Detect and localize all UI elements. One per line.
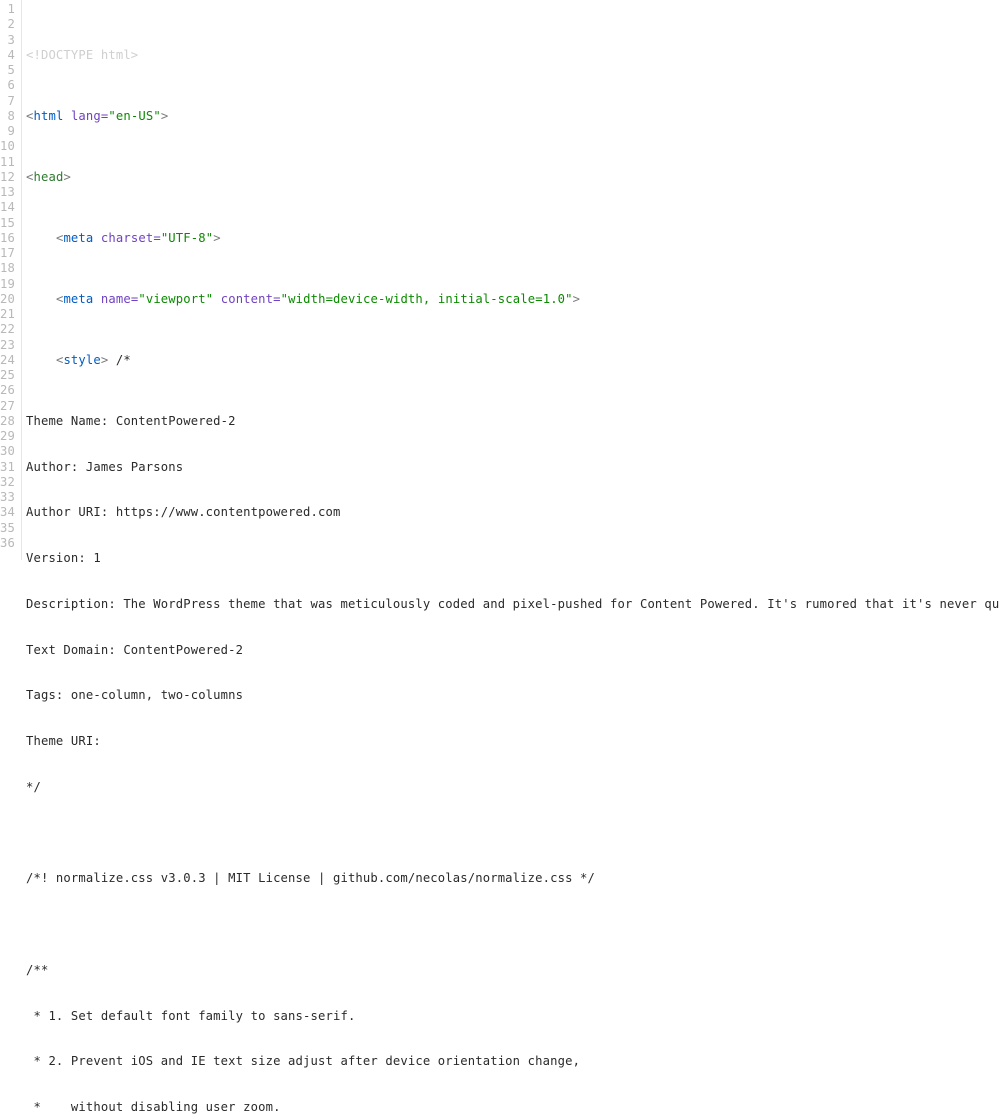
code-line-11[interactable]: Description: The WordPress theme that wa… [26, 597, 1000, 612]
code-line-7[interactable]: Theme Name: ContentPowered-2 [26, 414, 1000, 429]
code-line-16[interactable] [26, 826, 1000, 841]
line-number: 26 [0, 383, 15, 398]
code-line-18[interactable] [26, 917, 1000, 932]
code-line-13[interactable]: Tags: one-column, two-columns [26, 688, 1000, 703]
code-line-1[interactable]: <!DOCTYPE html> [26, 48, 1000, 63]
doctype-decl: <!DOCTYPE html> [26, 48, 138, 63]
comment-open: /* [108, 353, 130, 368]
line-number: 36 [0, 536, 15, 551]
line-number: 1 [0, 2, 15, 17]
tag-style: style [63, 353, 100, 368]
code-line-21[interactable]: * 2. Prevent iOS and IE text size adjust… [26, 1054, 1000, 1069]
line-number: 3 [0, 33, 15, 48]
attr-lang: lang [71, 109, 101, 124]
line-number: 23 [0, 338, 15, 353]
line-number: 28 [0, 414, 15, 429]
line-number: 5 [0, 63, 15, 78]
tag-head: head [33, 170, 63, 185]
line-number: 4 [0, 48, 15, 63]
line-number: 6 [0, 78, 15, 93]
code-line-20[interactable]: * 1. Set default font family to sans-ser… [26, 1009, 1000, 1024]
code-line-19[interactable]: /** [26, 963, 1000, 978]
code-line-22[interactable]: * without disabling user zoom. [26, 1100, 1000, 1115]
line-number: 13 [0, 185, 15, 200]
line-number: 9 [0, 124, 15, 139]
line-number: 33 [0, 490, 15, 505]
tag-meta: meta [63, 231, 93, 246]
attr-charset: charset [101, 231, 153, 246]
line-number: 18 [0, 261, 15, 276]
line-number: 16 [0, 231, 15, 246]
line-number: 30 [0, 444, 15, 459]
code-line-9[interactable]: Author URI: https://www.contentpowered.c… [26, 505, 1000, 520]
line-number: 22 [0, 322, 15, 337]
attr-content: content [221, 292, 273, 307]
code-line-17[interactable]: /*! normalize.css v3.0.3 | MIT License |… [26, 871, 1000, 886]
tag-meta: meta [63, 292, 93, 307]
line-number: 31 [0, 460, 15, 475]
source-code-editor: 1234567891011121314151617181920212223242… [0, 0, 1000, 560]
line-number: 19 [0, 277, 15, 292]
line-number-gutter: 1234567891011121314151617181920212223242… [0, 0, 22, 560]
line-number: 7 [0, 94, 15, 109]
line-number: 14 [0, 200, 15, 215]
code-line-6[interactable]: < style > /* [26, 353, 1000, 368]
line-number: 17 [0, 246, 15, 261]
line-number: 29 [0, 429, 15, 444]
code-line-5[interactable]: < meta name = "viewport" content = "widt… [26, 292, 1000, 307]
attr-content-value: "width=device-width, initial-scale=1.0" [281, 292, 573, 307]
attr-charset-value: "UTF-8" [161, 231, 213, 246]
attr-lang-value: "en-US" [108, 109, 160, 124]
line-number: 2 [0, 17, 15, 32]
code-line-15[interactable]: */ [26, 780, 1000, 795]
line-number: 25 [0, 368, 15, 383]
line-number: 21 [0, 307, 15, 322]
line-number: 32 [0, 475, 15, 490]
line-number: 20 [0, 292, 15, 307]
code-line-2[interactable]: < html lang = "en-US" > [26, 109, 1000, 124]
code-line-3[interactable]: < head > [26, 170, 1000, 185]
code-line-12[interactable]: Text Domain: ContentPowered-2 [26, 643, 1000, 658]
code-line-4[interactable]: < meta charset = "UTF-8" > [26, 231, 1000, 246]
line-number: 27 [0, 399, 15, 414]
tag-html: html [33, 109, 63, 124]
code-line-8[interactable]: Author: James Parsons [26, 460, 1000, 475]
code-line-14[interactable]: Theme URI: [26, 734, 1000, 749]
line-number: 35 [0, 521, 15, 536]
line-number: 8 [0, 109, 15, 124]
attr-name: name [101, 292, 131, 307]
code-line-10[interactable]: Version: 1 [26, 551, 1000, 566]
line-number: 34 [0, 505, 15, 520]
line-number: 12 [0, 170, 15, 185]
attr-name-value: "viewport" [138, 292, 213, 307]
code-content[interactable]: <!DOCTYPE html> < html lang = "en-US" > … [22, 0, 1000, 560]
line-number: 10 [0, 139, 15, 154]
line-number: 11 [0, 155, 15, 170]
line-number: 24 [0, 353, 15, 368]
line-number: 15 [0, 216, 15, 231]
